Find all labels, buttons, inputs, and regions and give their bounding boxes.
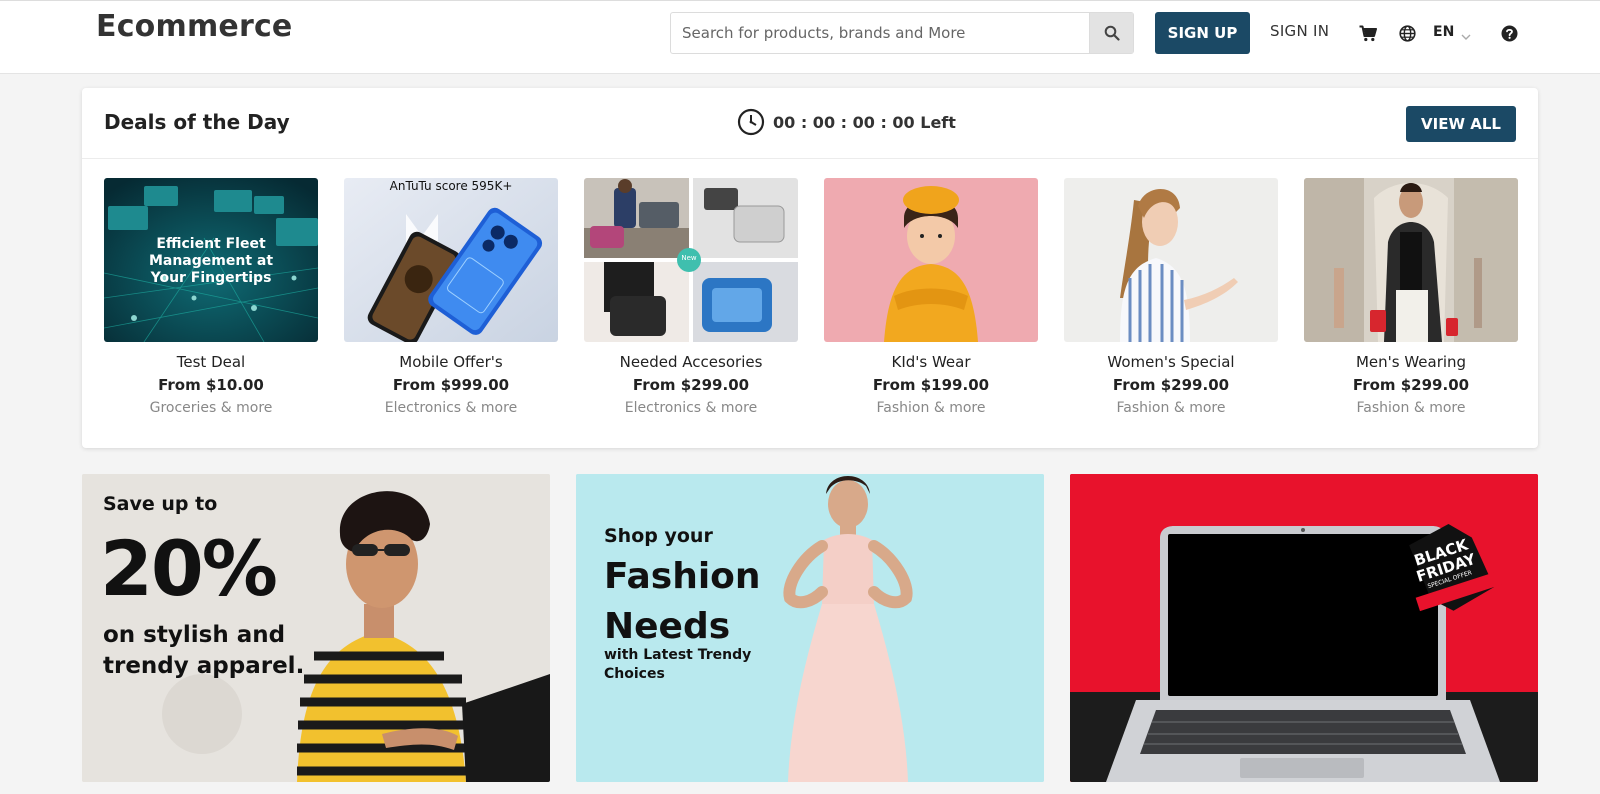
globe-icon — [1398, 24, 1416, 42]
deal-price: From $299.00 — [632, 376, 750, 394]
banner-text-shop-your: Shop your — [604, 525, 713, 547]
banner-subtitle: on stylish and trendy apparel. — [103, 622, 305, 679]
deal-name[interactable]: Test Deal — [104, 353, 318, 371]
search-input[interactable] — [671, 13, 1089, 53]
language-selector[interactable]: EN — [1433, 24, 1454, 40]
deal-category: Groceries & more — [149, 400, 273, 416]
site-header: Ecommerce SIGN UP SIGN IN EN — [0, 0, 1600, 74]
new-badge: New — [681, 254, 697, 262]
deal-image[interactable] — [1304, 178, 1518, 342]
deal-name[interactable]: Mobile Offer's — [344, 353, 558, 371]
deal-category: Fashion & more — [876, 400, 986, 416]
deal-image[interactable] — [824, 178, 1038, 342]
sign-up-button[interactable]: SIGN UP — [1155, 12, 1250, 54]
cart-button[interactable] — [1358, 23, 1378, 43]
deal-card[interactable]: KId's Wear From $199.00 Fashion & more — [824, 178, 1038, 416]
language-globe-button[interactable] — [1397, 23, 1417, 43]
search-bar — [670, 12, 1134, 54]
banner-text-save-up-to: Save up to — [103, 493, 218, 515]
clock-icon — [737, 108, 765, 136]
deal-image[interactable] — [1064, 178, 1278, 342]
deal-name[interactable]: Women's Special — [1064, 353, 1278, 371]
banner-discount: 20% — [100, 524, 278, 613]
search-icon — [1104, 25, 1120, 41]
deal-timer: 00 : 00 : 00 : 00 Left — [737, 108, 956, 136]
deal-image[interactable]: Efficient Fleet Management at Your Finge… — [104, 178, 318, 342]
promo-banner-apparel[interactable]: Save up to 20% on stylish and trendy app… — [82, 474, 550, 782]
help-button[interactable] — [1499, 23, 1519, 43]
promo-banner-fashion[interactable]: Shop your Fashion Needs with Latest Tren… — [576, 474, 1044, 782]
deal-name[interactable]: Needed Accesories — [584, 353, 798, 371]
deal-price: From $10.00 — [158, 376, 264, 394]
deals-header: Deals of the Day 00 : 00 : 00 : 00 Left … — [82, 88, 1538, 159]
chevron-down-icon[interactable] — [1461, 26, 1471, 45]
promo-banner-black-friday[interactable]: BLACK FRIDAY SPECIAL OFFER — [1070, 474, 1538, 782]
view-all-button[interactable]: VIEW ALL — [1406, 106, 1516, 142]
deal-category: Fashion & more — [1116, 400, 1226, 416]
deal-card[interactable]: Efficient Fleet Management at Your Finge… — [104, 178, 318, 416]
site-logo[interactable]: Ecommerce — [96, 9, 292, 44]
timer-text: 00 : 00 : 00 : 00 Left — [773, 112, 956, 132]
deal-image[interactable]: New — [584, 178, 798, 342]
deal-price: From $299.00 — [1112, 376, 1230, 394]
deal-price: From $199.00 — [872, 376, 990, 394]
deals-of-the-day-panel: Deals of the Day 00 : 00 : 00 : 00 Left … — [82, 88, 1538, 448]
deals-title: Deals of the Day — [104, 110, 290, 134]
deal-image-caption: Efficient Fleet Management at Your Finge… — [148, 236, 274, 286]
deal-name[interactable]: Men's Wearing — [1304, 353, 1518, 371]
deal-category: Electronics & more — [624, 400, 758, 416]
deal-category: Electronics & more — [384, 400, 518, 416]
deal-image-caption: AnTuTu score 595K+ — [389, 179, 513, 193]
help-icon — [1501, 25, 1517, 41]
deal-card[interactable]: New Needed Accesories From $299.00 Elect… — [584, 178, 798, 416]
sign-in-link[interactable]: SIGN IN — [1270, 22, 1329, 40]
cart-icon — [1359, 25, 1377, 41]
search-button[interactable] — [1089, 13, 1133, 53]
deal-card[interactable]: AnTuTu score 595K+ Mobile Offer's From $… — [344, 178, 558, 416]
deal-price: From $299.00 — [1352, 376, 1470, 394]
deal-image[interactable]: AnTuTu score 595K+ — [344, 178, 558, 342]
banner-subtitle: with Latest Trendy Choices — [604, 647, 752, 682]
deal-name[interactable]: KId's Wear — [824, 353, 1038, 371]
deal-price: From $999.00 — [392, 376, 510, 394]
deal-category: Fashion & more — [1356, 400, 1466, 416]
deal-card[interactable]: Men's Wearing From $299.00 Fashion & mor… — [1304, 178, 1518, 416]
deal-card[interactable]: Women's Special From $299.00 Fashion & m… — [1064, 178, 1278, 416]
banner-headline: Fashion Needs — [604, 556, 761, 647]
